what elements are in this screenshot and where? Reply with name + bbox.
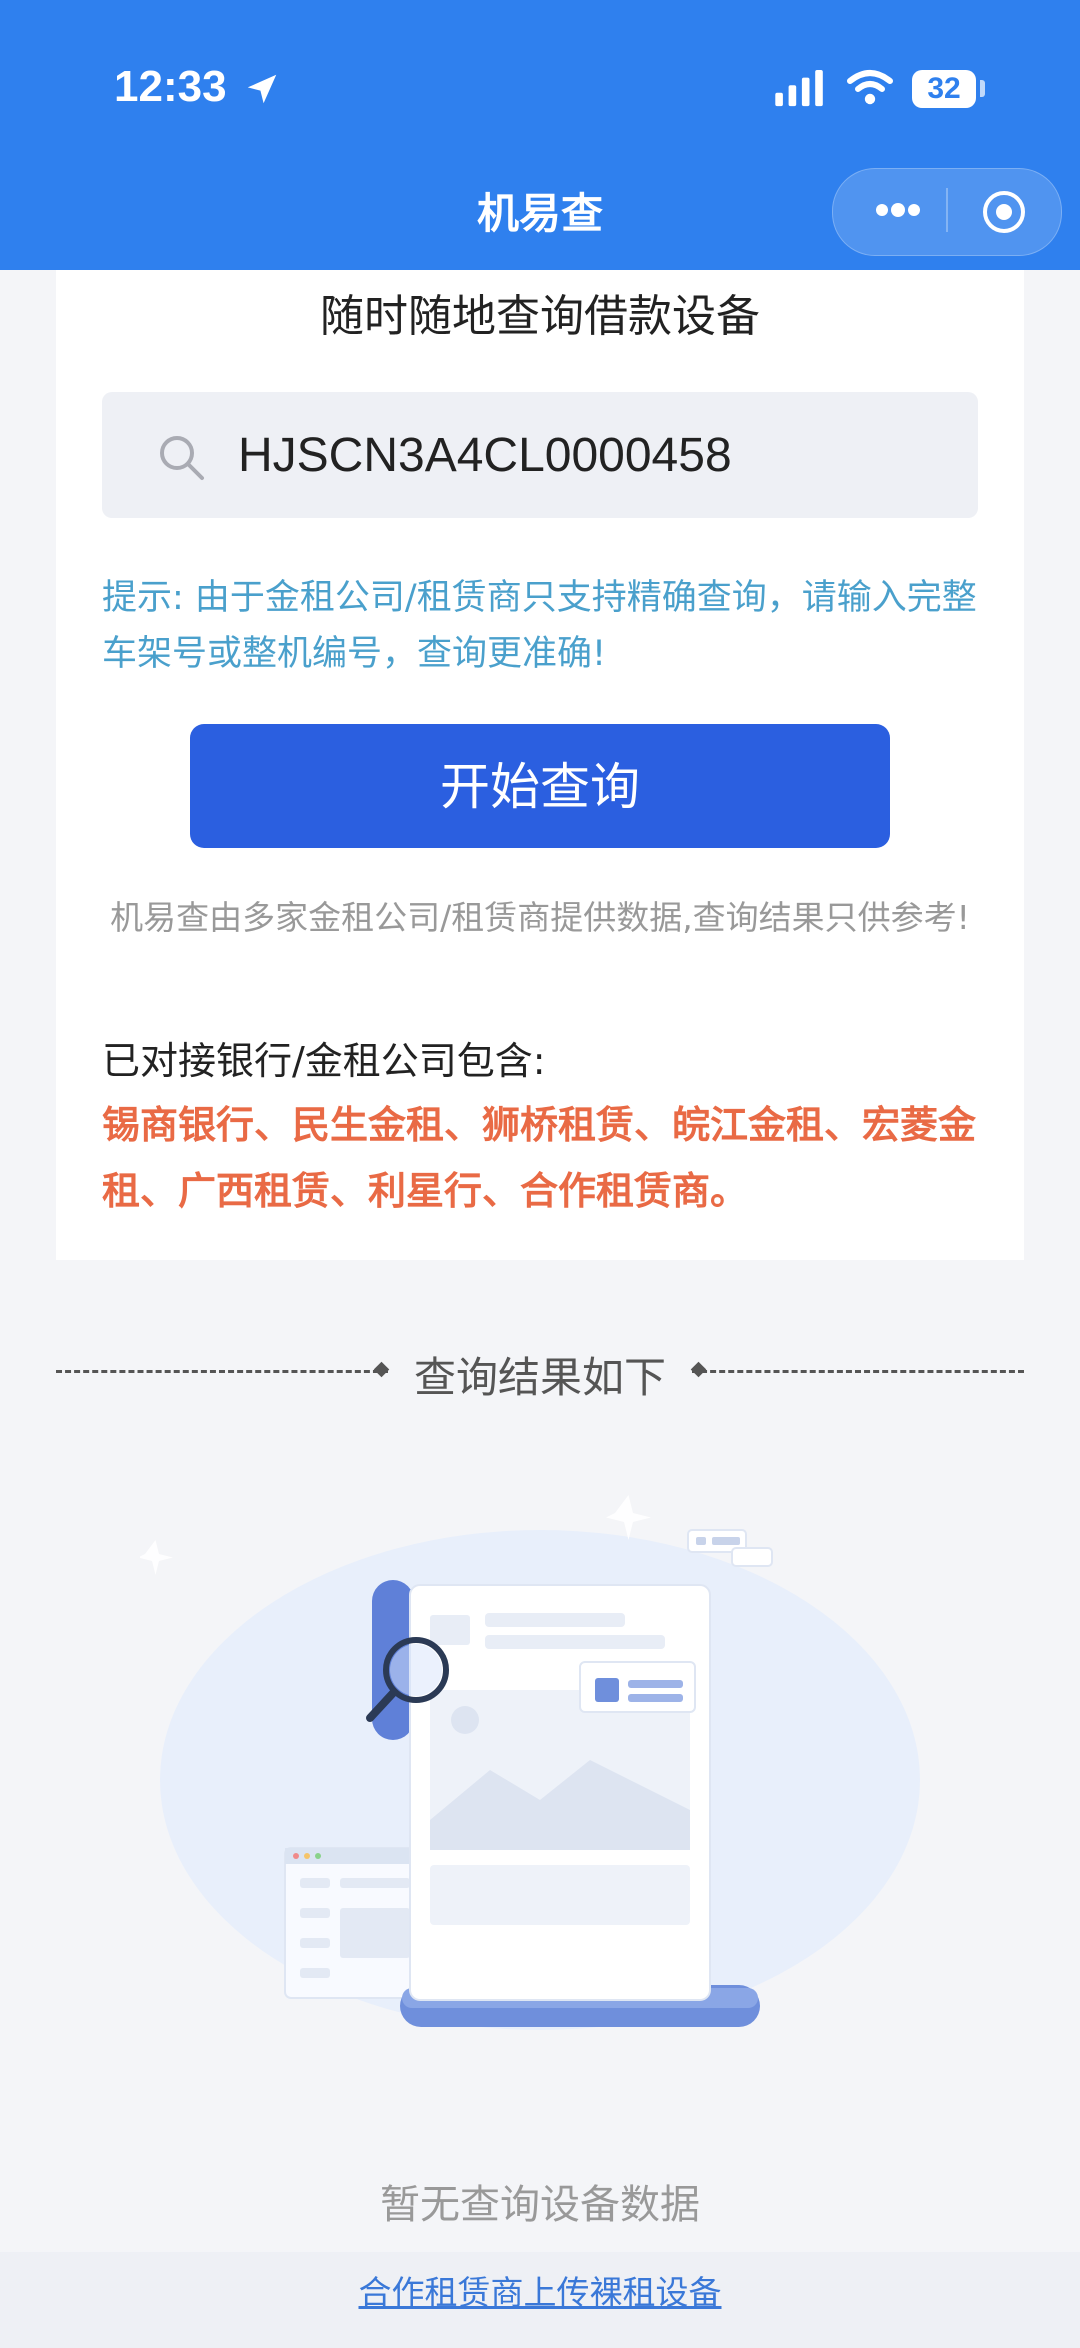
- start-query-button[interactable]: 开始查询: [190, 724, 890, 848]
- search-tip: 提示: 由于金租公司/租赁商只支持精确查询，请输入完整车架号或整机编号，查询更准…: [102, 578, 977, 674]
- disclaimer-text: 机易查由多家金租公司/租赁商提供数据,查询结果只供参考!: [110, 898, 970, 937]
- upload-equipment-link[interactable]: 合作租赁商上传裸租设备: [0, 2266, 1080, 2314]
- status-time: 12:33: [114, 62, 227, 111]
- wifi-icon: [847, 70, 893, 105]
- battery-indicator: 32: [912, 70, 976, 108]
- empty-state-illustration: [140, 1495, 920, 2030]
- divider-dash-right: [692, 1370, 1024, 1373]
- more-dots-icon[interactable]: [868, 194, 928, 226]
- miniprogram-close-icon[interactable]: [980, 188, 1028, 236]
- partner-label: 已对接银行/金租公司包含:: [102, 1039, 546, 1083]
- results-divider: 查询结果如下: [56, 1336, 1024, 1406]
- card-title: 随时随地查询借款设备: [320, 291, 760, 342]
- search-input[interactable]: [238, 420, 938, 490]
- cellular-signal-icon: [775, 70, 823, 107]
- battery-nub: [980, 80, 985, 97]
- location-arrow-icon: [247, 74, 277, 104]
- results-title: 查询结果如下: [413, 1353, 666, 1402]
- capsule-divider: [946, 188, 948, 232]
- empty-state-text: 暂无查询设备数据: [380, 2182, 700, 2228]
- partner-list: 锡商银行、民生金租、狮桥租赁、皖江金租、宏菱金租、广西租赁、利星行、合作租赁商。: [102, 1103, 977, 1213]
- search-icon: [160, 436, 204, 480]
